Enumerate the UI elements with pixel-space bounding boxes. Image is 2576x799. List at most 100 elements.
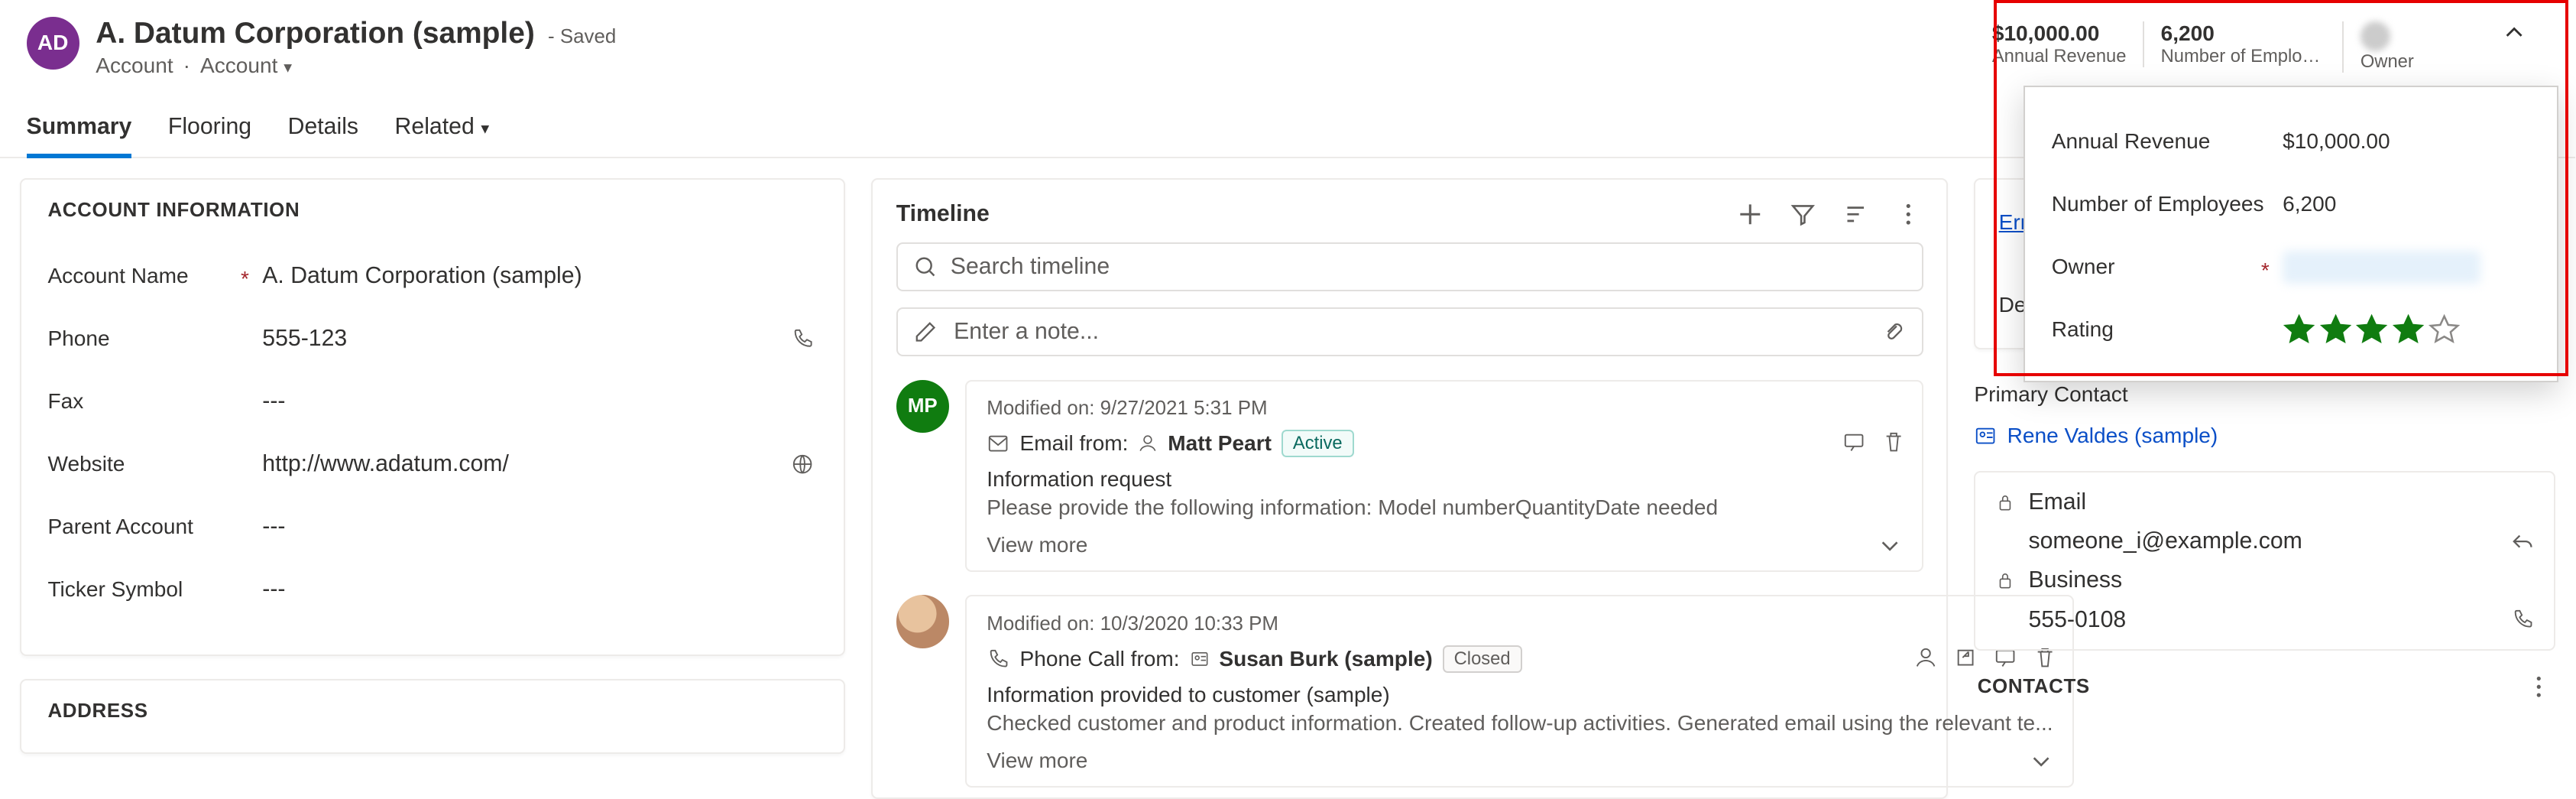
timeline-add-button[interactable] bbox=[1735, 200, 1764, 229]
address-card: ADDRESS bbox=[20, 679, 845, 754]
key-fields-toggle[interactable] bbox=[2491, 21, 2537, 44]
email-icon bbox=[987, 432, 1009, 455]
timeline-item-avatar: MP bbox=[896, 380, 949, 433]
phone-icon[interactable] bbox=[791, 327, 818, 350]
contact-icon bbox=[1974, 424, 1997, 447]
field-fax-value: --- bbox=[262, 388, 817, 414]
timeline-item-avatar bbox=[896, 595, 949, 648]
lock-icon bbox=[1995, 570, 2015, 590]
timeline-item-snippet: Please provide the following information… bbox=[987, 495, 1901, 520]
reply-icon[interactable] bbox=[2511, 530, 2534, 553]
chevron-down-icon[interactable] bbox=[2030, 749, 2053, 772]
timeline-item-modified: Modified on: 10/3/2020 10:33 PM bbox=[987, 613, 2053, 635]
tab-flooring[interactable]: Flooring bbox=[168, 101, 251, 157]
timeline-item-modified: Modified on: 9/27/2021 5:31 PM bbox=[987, 398, 1901, 420]
header-key-fields: $10,000.00 Annual Revenue 6,200 Number o… bbox=[1964, 17, 2548, 74]
tab-summary[interactable]: Summary bbox=[27, 101, 132, 157]
flyout-employees[interactable]: Number of Employees 6,200 bbox=[2052, 173, 2531, 235]
form-selector[interactable]: Account ▾ bbox=[200, 54, 292, 78]
timeline-view-more[interactable]: View more bbox=[987, 533, 1087, 557]
attachment-icon[interactable] bbox=[1882, 320, 1905, 343]
timeline-item-from[interactable]: Matt Peart bbox=[1168, 431, 1272, 456]
saved-indicator: - Saved bbox=[548, 26, 616, 48]
timeline-assign-button[interactable] bbox=[1914, 646, 1937, 669]
timeline-note-input[interactable]: Enter a note... bbox=[896, 307, 1923, 356]
field-fax[interactable]: Fax --- bbox=[47, 370, 817, 433]
lock-icon bbox=[1995, 492, 2015, 512]
phone-icon bbox=[987, 648, 1009, 671]
flyout-owner[interactable]: Owner* bbox=[2052, 235, 2531, 298]
star-icon[interactable] bbox=[2428, 313, 2461, 346]
timeline-reply-button[interactable] bbox=[1842, 430, 1865, 453]
star-icon[interactable] bbox=[2392, 313, 2425, 346]
field-ticker-symbol[interactable]: Ticker Symbol --- bbox=[47, 558, 817, 621]
tab-related[interactable]: Related▾ bbox=[395, 101, 490, 157]
account-information-card: ACCOUNT INFORMATION Account Name* A. Dat… bbox=[20, 178, 845, 656]
timeline-filter-button[interactable] bbox=[1788, 200, 1818, 229]
primary-contact-link[interactable]: Rene Valdes (sample) bbox=[1974, 424, 2555, 448]
field-parent-account[interactable]: Parent Account --- bbox=[47, 495, 817, 558]
kf-owner[interactable]: Owner bbox=[2342, 21, 2490, 73]
timeline-delete-button[interactable] bbox=[1882, 430, 1905, 453]
timeline-more-button[interactable] bbox=[1894, 200, 1923, 229]
contact-email-label: Email bbox=[2028, 489, 2086, 515]
pencil-icon bbox=[914, 320, 937, 343]
timeline-view-more[interactable]: View more bbox=[987, 749, 1087, 773]
globe-icon[interactable] bbox=[791, 453, 818, 476]
contact-email-row[interactable]: Email bbox=[1995, 489, 2534, 515]
header-fields-flyout: Annual Revenue $10,000.00 Number of Empl… bbox=[2024, 86, 2558, 382]
contacts-section-header: CONTACTS bbox=[1974, 674, 2555, 700]
record-avatar: AD bbox=[27, 17, 79, 70]
field-ticker-symbol-value: --- bbox=[262, 577, 817, 602]
tab-details[interactable]: Details bbox=[288, 101, 358, 157]
account-information-title: ACCOUNT INFORMATION bbox=[47, 200, 817, 222]
status-badge: Active bbox=[1282, 430, 1354, 457]
kf-annual-revenue[interactable]: $10,000.00 Annual Revenue bbox=[1975, 21, 2143, 67]
star-icon[interactable] bbox=[2355, 313, 2388, 346]
chevron-up-icon bbox=[2503, 21, 2526, 44]
rating-stars[interactable] bbox=[2283, 313, 2530, 346]
flyout-annual-revenue[interactable]: Annual Revenue $10,000.00 bbox=[2052, 110, 2531, 173]
contact-business-row[interactable]: Business bbox=[1995, 567, 2534, 593]
contacts-more-button[interactable] bbox=[2526, 674, 2552, 700]
status-badge: Closed bbox=[1443, 645, 1522, 673]
field-account-name[interactable]: Account Name* A. Datum Corporation (samp… bbox=[47, 245, 817, 307]
record-title: A. Datum Corporation (sample) bbox=[96, 17, 535, 50]
chevron-down-icon: ▾ bbox=[481, 119, 489, 138]
owner-avatar-icon bbox=[2361, 21, 2390, 51]
record-header: AD A. Datum Corporation (sample) - Saved… bbox=[0, 0, 2575, 78]
timeline-card: Timeline Search timeline Enter a note... bbox=[871, 178, 1947, 799]
field-phone-value: 555-123 bbox=[262, 326, 347, 352]
timeline-item-card[interactable]: Modified on: 10/3/2020 10:33 PM Phone Ca… bbox=[965, 595, 2074, 788]
timeline-item-kind: Email from: bbox=[1019, 431, 1128, 456]
contact-business-value: 555-0108 bbox=[2028, 607, 2126, 633]
person-icon bbox=[1138, 434, 1158, 453]
timeline-item: Modified on: 10/3/2020 10:33 PM Phone Ca… bbox=[896, 595, 1923, 788]
timeline-sort-button[interactable] bbox=[1841, 200, 1871, 229]
search-icon bbox=[914, 255, 937, 278]
timeline-item-subject: Information request bbox=[987, 467, 1901, 492]
chevron-down-icon[interactable] bbox=[1878, 534, 1901, 557]
flyout-rating[interactable]: Rating bbox=[2052, 298, 2531, 361]
star-icon[interactable] bbox=[2319, 313, 2352, 346]
field-account-name-value: A. Datum Corporation (sample) bbox=[262, 263, 817, 289]
timeline-item-from[interactable]: Susan Burk (sample) bbox=[1219, 647, 1432, 671]
kf-employees[interactable]: 6,200 Number of Employees bbox=[2143, 21, 2342, 67]
owner-chip[interactable] bbox=[2283, 251, 2480, 284]
dot-separator: · bbox=[183, 54, 190, 78]
chevron-down-icon: ▾ bbox=[284, 57, 292, 76]
star-icon[interactable] bbox=[2283, 313, 2315, 346]
timeline-item-card[interactable]: Modified on: 9/27/2021 5:31 PM Email fro… bbox=[965, 380, 1923, 573]
timeline-search-placeholder: Search timeline bbox=[951, 254, 1110, 280]
timeline-item: MP Modified on: 9/27/2021 5:31 PM Email … bbox=[896, 380, 1923, 573]
kf-revenue-label: Annual Revenue bbox=[1992, 46, 2127, 67]
phone-icon[interactable] bbox=[2511, 608, 2534, 631]
timeline-note-placeholder: Enter a note... bbox=[954, 319, 1099, 345]
primary-contact-section: Primary Contact Rene Valdes (sample) bbox=[1974, 372, 2555, 448]
timeline-title: Timeline bbox=[896, 201, 1735, 227]
kf-revenue-value: $10,000.00 bbox=[1992, 21, 2127, 46]
timeline-search-input[interactable]: Search timeline bbox=[896, 242, 1923, 291]
contact-email-value: someone_i@example.com bbox=[2028, 528, 2302, 554]
field-website[interactable]: Website http://www.adatum.com/ bbox=[47, 433, 817, 495]
field-phone[interactable]: Phone 555-123 bbox=[47, 307, 817, 370]
